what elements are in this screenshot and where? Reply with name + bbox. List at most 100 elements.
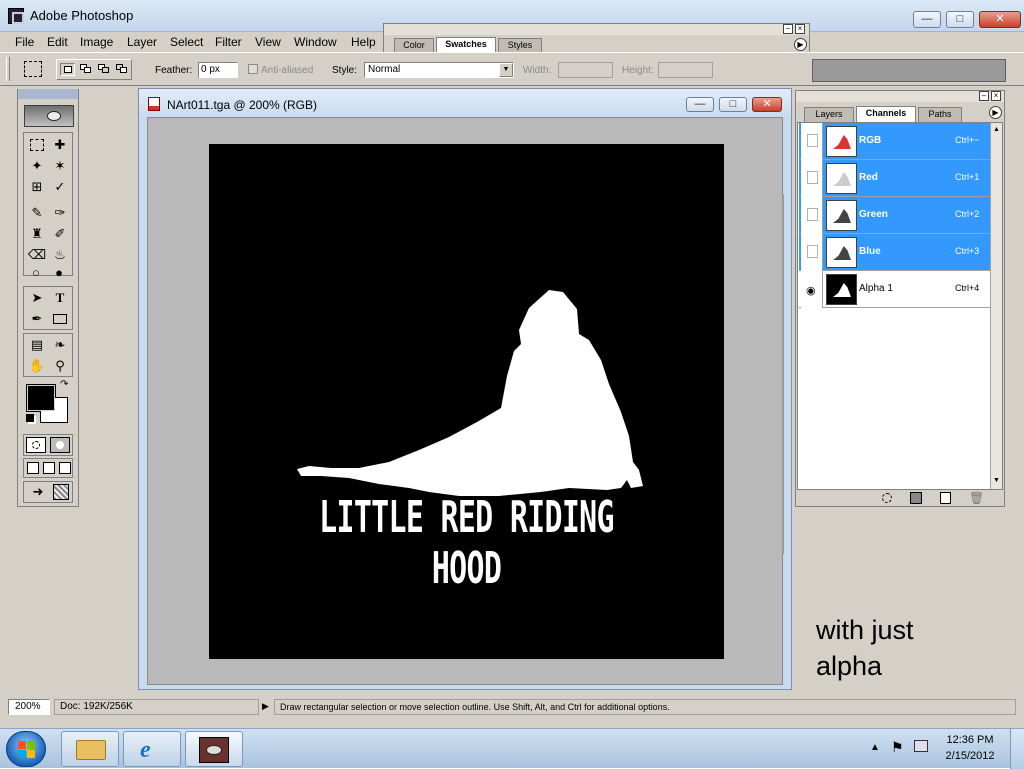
antialiased-checkbox[interactable] xyxy=(248,64,258,74)
add-to-selection-icon[interactable] xyxy=(79,63,94,76)
taskbar-photoshop[interactable] xyxy=(185,731,243,767)
scroll-down-icon[interactable]: ▼ xyxy=(993,477,1000,484)
palette-well[interactable] xyxy=(812,59,1006,82)
crop-tool-icon[interactable]: ⊞ xyxy=(26,177,48,197)
channel-visibility[interactable] xyxy=(801,160,823,197)
tab-paths[interactable]: Paths xyxy=(918,107,962,122)
menu-help[interactable]: Help xyxy=(351,35,376,49)
start-button[interactable] xyxy=(6,731,46,767)
full-screen-menu-icon[interactable] xyxy=(43,462,55,474)
canvas-area[interactable]: LITTLE RED RIDING HOOD xyxy=(147,117,784,685)
palette-minimize-icon[interactable]: – xyxy=(783,24,793,34)
channel-row-blue[interactable]: Blue Ctrl+3 xyxy=(799,234,991,271)
doc-size-info[interactable]: Doc: 192K/256K xyxy=(54,699,259,715)
width-input[interactable] xyxy=(558,62,613,78)
menu-filter[interactable]: Filter xyxy=(215,35,242,49)
jump-to-imageready-icon[interactable]: ➜ xyxy=(27,484,49,500)
height-input[interactable] xyxy=(658,62,713,78)
rectangle-tool-icon[interactable] xyxy=(49,309,71,329)
feather-input[interactable]: 0 px xyxy=(198,62,238,78)
palette-menu-arrow-icon[interactable]: ▶ xyxy=(794,38,807,51)
maximize-button[interactable]: □ xyxy=(946,11,974,28)
eye-icon[interactable]: ◉ xyxy=(806,284,816,297)
channel-row-rgb[interactable]: RGB Ctrl+~ xyxy=(799,123,991,160)
move-tool-icon[interactable]: ✚ xyxy=(49,135,71,155)
pen-tool-icon[interactable]: ✒ xyxy=(26,309,48,329)
document-titlebar[interactable]: NArt011.tga @ 200% (RGB) — □ ✕ xyxy=(139,89,791,117)
full-screen-icon[interactable] xyxy=(59,462,71,474)
menu-file[interactable]: File xyxy=(15,35,34,49)
clone-stamp-icon[interactable]: ♜ xyxy=(26,224,48,244)
dodge-tool-icon[interactable]: ● xyxy=(48,263,70,281)
path-selection-icon[interactable]: ➤ xyxy=(26,288,48,308)
taskbar-explorer[interactable] xyxy=(61,731,119,767)
doc-maximize-button[interactable]: □ xyxy=(719,97,747,112)
quick-mask-icon[interactable] xyxy=(50,437,70,453)
lasso-tool-icon[interactable]: ✦ xyxy=(26,156,48,176)
magic-wand-icon[interactable]: ✶ xyxy=(49,156,71,176)
channels-scrollbar[interactable]: ▲ ▼ xyxy=(990,123,1002,489)
minimize-button[interactable]: — xyxy=(913,11,941,28)
action-center-flag-icon[interactable]: ⚑ xyxy=(891,739,904,756)
paint-bucket-icon[interactable]: ♨ xyxy=(49,245,71,265)
blur-tool-icon[interactable]: ○ xyxy=(25,263,47,281)
scroll-up-icon[interactable]: ▲ xyxy=(993,126,1000,133)
menu-layer[interactable]: Layer xyxy=(127,35,157,49)
close-button[interactable]: ✕ xyxy=(979,11,1021,28)
palette-menu-arrow-icon[interactable]: ▶ xyxy=(989,106,1002,119)
channel-row-green[interactable]: Green Ctrl+2 xyxy=(799,197,991,234)
save-selection-icon[interactable] xyxy=(910,492,922,504)
channel-visibility[interactable]: ◉ xyxy=(801,271,823,308)
channel-row-red[interactable]: Red Ctrl+1 xyxy=(799,160,991,197)
swap-colors-icon[interactable]: ↷ xyxy=(60,379,68,390)
channel-visibility[interactable] xyxy=(801,197,823,234)
doc-close-button[interactable]: ✕ xyxy=(752,97,782,112)
palette-close-icon[interactable]: × xyxy=(991,91,1001,101)
subtract-from-selection-icon[interactable] xyxy=(97,63,112,76)
toolbox-header[interactable] xyxy=(18,89,78,99)
adobe-online-eye-icon[interactable] xyxy=(24,105,74,127)
menu-view[interactable]: View xyxy=(255,35,281,49)
notes-tool-icon[interactable]: ▤ xyxy=(26,335,48,355)
eyedropper-icon[interactable]: ❧ xyxy=(49,335,71,355)
palette-close-icon[interactable]: × xyxy=(795,24,805,34)
slice-tool-icon[interactable]: ✓ xyxy=(49,177,71,197)
marquee-tool-icon[interactable] xyxy=(26,135,48,155)
healing-brush-icon[interactable]: ✎ xyxy=(26,203,48,223)
tab-layers[interactable]: Layers xyxy=(804,107,854,122)
channel-visibility[interactable] xyxy=(801,234,823,271)
menu-window[interactable]: Window xyxy=(294,35,337,49)
show-hidden-icons-icon[interactable]: ▲ xyxy=(870,742,880,753)
new-selection-icon[interactable] xyxy=(60,63,75,76)
clock-date[interactable]: 2/15/2012 xyxy=(940,750,1000,762)
brush-tool-icon[interactable]: ✑ xyxy=(49,203,71,223)
chevron-down-icon[interactable]: ▼ xyxy=(499,63,513,77)
history-brush-icon[interactable]: ✐ xyxy=(49,224,71,244)
show-desktop-button[interactable] xyxy=(1010,729,1024,769)
zoom-tool-icon[interactable]: ⚲ xyxy=(49,356,71,376)
taskbar-internet-explorer[interactable]: e xyxy=(123,731,181,767)
channel-row-alpha-1[interactable]: ◉ Alpha 1 Ctrl+4 xyxy=(799,271,991,308)
network-icon[interactable] xyxy=(914,740,928,752)
document-image[interactable]: LITTLE RED RIDING HOOD xyxy=(209,144,724,659)
standard-screen-icon[interactable] xyxy=(27,462,39,474)
palette-minimize-icon[interactable]: – xyxy=(979,91,989,101)
foreground-color-swatch-front[interactable] xyxy=(27,385,55,411)
standard-mode-icon[interactable] xyxy=(26,437,46,453)
marquee-tool-preset-icon[interactable] xyxy=(24,61,42,77)
tab-swatches[interactable]: Swatches xyxy=(436,37,496,53)
status-menu-arrow-icon[interactable]: ▶ xyxy=(262,701,269,712)
load-selection-icon[interactable] xyxy=(882,493,892,503)
menu-select[interactable]: Select xyxy=(170,35,203,49)
hand-tool-icon[interactable]: ✋ xyxy=(26,356,48,376)
style-select[interactable]: Normal ▼ xyxy=(364,62,514,78)
tab-styles[interactable]: Styles xyxy=(498,38,542,53)
type-tool-icon[interactable]: T xyxy=(49,288,71,308)
palette-header[interactable] xyxy=(384,24,809,35)
menu-edit[interactable]: Edit xyxy=(47,35,68,49)
eraser-tool-icon[interactable]: ⌫ xyxy=(26,245,48,265)
zoom-field[interactable]: 200% xyxy=(8,699,50,715)
new-channel-icon[interactable] xyxy=(940,492,951,504)
channel-visibility[interactable] xyxy=(801,123,823,160)
tab-color[interactable]: Color xyxy=(394,38,434,53)
